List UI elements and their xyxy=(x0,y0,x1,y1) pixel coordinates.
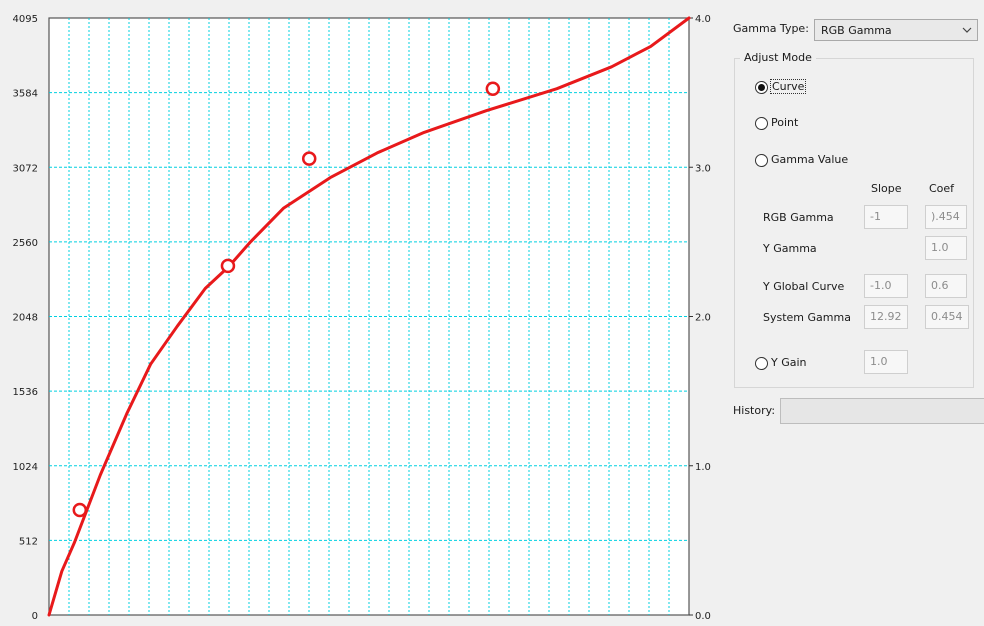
curve-radio[interactable] xyxy=(755,81,768,94)
curve-label-text: Curve xyxy=(770,79,807,94)
slope-column-header: Slope xyxy=(871,182,902,195)
y-gain-field[interactable]: 1.0 xyxy=(864,350,908,374)
left-tick-label: 0 xyxy=(32,611,38,622)
history-label: History: xyxy=(733,404,776,417)
point-radio-label[interactable]: Point xyxy=(771,116,798,129)
left-tick-label: 3584 xyxy=(13,89,38,100)
right-tick-label: 3.0 xyxy=(695,163,711,174)
chevron-down-icon xyxy=(962,27,972,33)
left-tick-label: 2560 xyxy=(13,238,38,249)
gamma-value-radio[interactable] xyxy=(755,154,768,167)
rgb-gamma-slope-field[interactable]: -1 xyxy=(864,205,908,229)
y-global-curve-slope-field[interactable]: -1.0 xyxy=(864,274,908,298)
left-tick-label: 2048 xyxy=(13,313,38,324)
right-axis: 0.0 1.0 2.0 3.0 4.0 xyxy=(689,14,711,622)
system-gamma-label: System Gamma xyxy=(763,311,851,324)
coef-column-header: Coef xyxy=(929,182,955,195)
right-tick-label: 2.0 xyxy=(695,313,711,324)
left-tick-label: 3072 xyxy=(13,163,38,174)
y-gain-radio[interactable] xyxy=(755,357,768,370)
y-gamma-coef-field[interactable]: 1.0 xyxy=(925,236,967,260)
right-tick-label: 0.0 xyxy=(695,611,711,622)
right-tick-label: 4.0 xyxy=(695,14,711,25)
adjust-mode-title: Adjust Mode xyxy=(740,51,816,64)
left-axis: 0 512 1024 1536 2048 2560 3072 3584 4095 xyxy=(13,14,38,622)
y-gain-radio-label[interactable]: Y Gain xyxy=(771,356,807,369)
point-radio[interactable] xyxy=(755,117,768,130)
curve-control-point[interactable] xyxy=(301,151,317,166)
gamma-curve-chart[interactable]: 0 512 1024 1536 2048 2560 3072 3584 4095 0.0 1.0 2… xyxy=(0,0,730,626)
curve-radio-label[interactable]: Curve xyxy=(770,79,807,94)
curve-control-point[interactable] xyxy=(72,502,88,518)
right-tick-label: 1.0 xyxy=(695,462,711,473)
gamma-type-label: Gamma Type: xyxy=(733,22,809,35)
y-global-curve-coef-field[interactable]: 0.6 xyxy=(925,274,967,298)
system-gamma-coef-field[interactable]: 0.454 xyxy=(925,305,969,329)
gamma-type-dropdown[interactable]: RGB Gamma xyxy=(814,19,978,41)
gamma-type-value: RGB Gamma xyxy=(821,24,892,37)
system-gamma-slope-field[interactable]: 12.92 xyxy=(864,305,908,329)
y-gamma-label: Y Gamma xyxy=(763,242,817,255)
left-tick-label: 512 xyxy=(19,536,38,547)
left-tick-label: 4095 xyxy=(13,14,38,25)
y-global-curve-label: Y Global Curve xyxy=(763,280,845,293)
left-tick-label: 1024 xyxy=(13,462,38,473)
curve-control-point[interactable] xyxy=(220,258,236,274)
gamma-value-radio-label[interactable]: Gamma Value xyxy=(771,153,848,166)
history-field[interactable] xyxy=(780,398,984,424)
rgb-gamma-coef-field[interactable]: ).454 xyxy=(925,205,967,229)
left-tick-label: 1536 xyxy=(13,387,38,398)
curve-control-point[interactable] xyxy=(485,81,501,96)
rgb-gamma-label: RGB Gamma xyxy=(763,211,834,224)
